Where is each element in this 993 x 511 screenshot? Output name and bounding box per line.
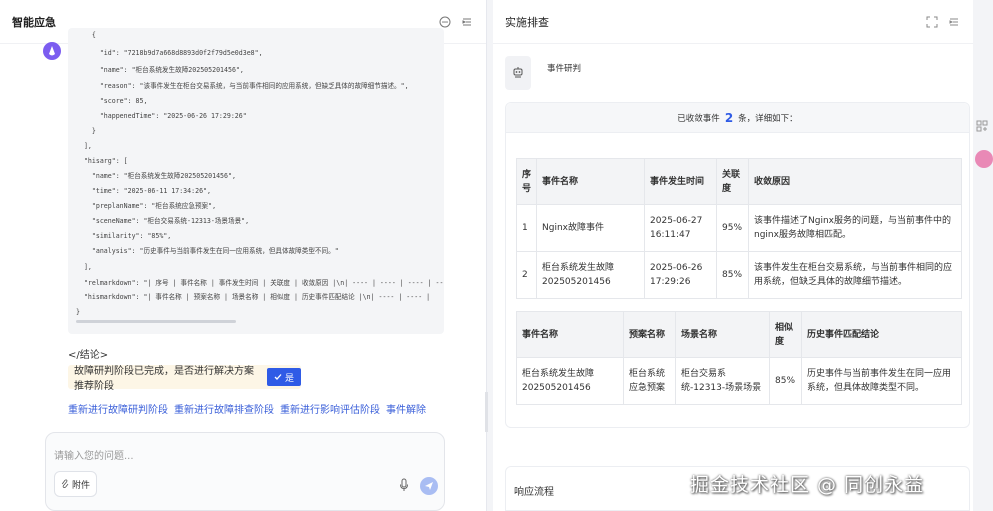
troubleshoot-panel-header: 实施排查 bbox=[493, 0, 973, 44]
summary-suffix: 条，详细如下： bbox=[738, 113, 798, 124]
table-cell: 2025-06-26 17:29:26 bbox=[644, 251, 718, 299]
converged-events-table: 序号 事件名称 事件发生时间 关联度 收敛原因 1 Nginx故障事件 2025… bbox=[515, 158, 962, 299]
send-button[interactable] bbox=[420, 477, 438, 495]
collapse-icon[interactable] bbox=[947, 15, 961, 29]
attach-label: 附件 bbox=[71, 480, 90, 491]
redo-troubleshoot-link[interactable]: 重新进行故障排查阶段 bbox=[174, 401, 274, 416]
table-cell: 柜台交易系统-12313-场景场景 bbox=[675, 357, 770, 405]
table-cell: 85% bbox=[769, 357, 802, 405]
convergence-card: 已收敛事件 2 条，详细如下： 序号 事件名称 事件发生时间 关联度 收敛原因 … bbox=[505, 102, 970, 428]
code-line: "id": "7218b9d7a668d8893d0f2f79d5e0d3e8"… bbox=[76, 49, 263, 57]
table-cell: 该事件描述了Nginx服务的问题，与当前事件中的nginx服务故障相匹配。 bbox=[748, 204, 962, 252]
chat-panel: 智能应急 { "id": "7218b9d7a668d8893d0f2f79d5… bbox=[0, 0, 487, 511]
code-line: "happenedTime": "2025-06-26 17:29:26" bbox=[76, 112, 247, 120]
troubleshoot-panel-title: 实施排查 bbox=[505, 15, 549, 29]
code-line: "score": 85, bbox=[76, 97, 148, 105]
code-line: "relmarkdown": "| 序号 | 事件名称 | 事件发生时间 | 关… bbox=[76, 279, 444, 287]
table-cell: 柜台系统应急预案 bbox=[623, 357, 676, 405]
microphone-icon[interactable] bbox=[398, 478, 410, 492]
col-relevance: 关联度 bbox=[716, 158, 750, 205]
summary-prefix: 已收敛事件 bbox=[677, 113, 720, 124]
col-event-time: 事件发生时间 bbox=[644, 158, 718, 205]
check-icon bbox=[274, 374, 282, 380]
code-line: ], bbox=[76, 263, 92, 271]
event-close-link[interactable]: 事件解除 bbox=[386, 401, 426, 416]
table-cell: 1 bbox=[515, 204, 538, 252]
message-input[interactable]: 请输入您的问题... bbox=[54, 447, 134, 462]
table-cell: 2025-06-27 16:11:47 bbox=[644, 204, 718, 252]
code-line: "sceneName": "柜台交易系统-12313-场景场景", bbox=[76, 217, 250, 225]
code-line: "analysis": "历史事件与当前事件发生在同一应用系统，但具体故障类型不… bbox=[76, 247, 339, 255]
troubleshoot-panel: 实施排查 事件研判 已收敛事件 2 条，详细如下： 序号 事件名称 事件发生时间… bbox=[493, 0, 973, 511]
code-line: "similarity": "85%", bbox=[76, 232, 172, 240]
panel-resize-handle[interactable] bbox=[485, 392, 488, 432]
step-name: 事件研判 bbox=[547, 64, 582, 74]
table-cell: 85% bbox=[716, 251, 750, 299]
chat-icon[interactable] bbox=[438, 15, 452, 29]
table-row: 柜台系统发生故障202505201456 柜台系统应急预案 柜台交易系统-123… bbox=[516, 357, 962, 405]
code-line: "reason": "该事件发生在柜台交易系统，与当前事件相同的应用系统，但缺乏… bbox=[76, 82, 409, 90]
table-cell: 2 bbox=[515, 251, 538, 299]
history-events-table: 事件名称 预案名称 场景名称 相似度 历史事件匹配结论 柜台系统发生故障2025… bbox=[516, 311, 962, 405]
paperclip-icon bbox=[61, 479, 69, 488]
table-cell: 柜台系统发生故障202505201456 bbox=[536, 251, 646, 299]
collapse-icon[interactable] bbox=[460, 15, 474, 29]
table-header-row: 事件名称 预案名称 场景名称 相似度 历史事件匹配结论 bbox=[516, 311, 962, 358]
send-icon bbox=[425, 482, 433, 490]
col-conclusion: 历史事件匹配结论 bbox=[801, 311, 962, 358]
troubleshoot-header-tools bbox=[925, 15, 961, 29]
chat-header-tools bbox=[438, 15, 474, 29]
redo-analysis-link[interactable]: 重新进行故障研判阶段 bbox=[68, 401, 168, 416]
json-code-block: { "id": "7218b9d7a668d8893d0f2f79d5e0d3e… bbox=[68, 28, 444, 334]
col-event-name: 事件名称 bbox=[536, 158, 646, 205]
table-cell: 历史事件与当前事件发生在同一应用系统，但具体故障类型不同。 bbox=[801, 357, 962, 405]
col-similarity: 相似度 bbox=[769, 311, 802, 358]
conclusion-end-tag: </结论> bbox=[68, 350, 109, 361]
stage-links: 重新进行故障研判阶段 重新进行故障排查阶段 重新进行影响评估阶段 事件解除 bbox=[68, 401, 426, 416]
table-row: 1 Nginx故障事件 2025-06-27 16:11:47 95% 该事件描… bbox=[515, 204, 962, 252]
response-flow-title: 响应流程 bbox=[514, 487, 554, 498]
code-line: { bbox=[76, 31, 96, 39]
table-row: 2 柜台系统发生故障202505201456 2025-06-26 17:29:… bbox=[515, 251, 962, 299]
code-line: } bbox=[76, 127, 96, 135]
attach-button[interactable]: 附件 bbox=[54, 471, 97, 497]
table-cell: Nginx故障事件 bbox=[536, 204, 646, 252]
code-line: } bbox=[76, 308, 80, 316]
code-line: ], bbox=[76, 142, 92, 150]
table-header-row: 序号 事件名称 事件发生时间 关联度 收敛原因 bbox=[515, 158, 962, 205]
col-event-name: 事件名称 bbox=[516, 311, 624, 358]
code-line: "name": "柜台系统发生故障202505201456", bbox=[76, 66, 244, 74]
code-line: "name": "柜台系统发生故障202505201456", bbox=[76, 172, 236, 180]
grid-icon[interactable] bbox=[976, 120, 990, 134]
code-line: "hismarkdown": "| 事件名称 | 预案名称 | 场景名称 | 相… bbox=[76, 293, 431, 301]
code-line: "preplanName": "柜台系统应急预案", bbox=[76, 202, 217, 210]
watermark: 掘金技术社区 @ 同创永益 bbox=[690, 474, 925, 496]
message-composer: 请输入您的问题... 附件 bbox=[45, 432, 445, 511]
code-line: "hisarg": [ bbox=[76, 157, 128, 165]
code-scrollbar[interactable] bbox=[76, 320, 236, 323]
expand-icon[interactable] bbox=[925, 15, 939, 29]
col-plan-name: 预案名称 bbox=[623, 311, 676, 358]
col-scene-name: 场景名称 bbox=[675, 311, 770, 358]
step-robot-icon bbox=[505, 56, 531, 90]
code-line: "time": "2025-06-11 17:34:26", bbox=[76, 187, 211, 195]
table-cell: 95% bbox=[716, 204, 750, 252]
col-index: 序号 bbox=[515, 158, 538, 205]
assistant-avatar bbox=[43, 42, 61, 60]
col-reason: 收敛原因 bbox=[748, 158, 962, 205]
confirm-text: 故障研判阶段已完成，是否进行解决方案推荐阶段 bbox=[74, 366, 254, 392]
yes-button-label: 是 bbox=[284, 373, 294, 384]
assistant-float-icon[interactable] bbox=[975, 150, 993, 168]
yes-button[interactable]: 是 bbox=[266, 368, 301, 386]
redo-impact-link[interactable]: 重新进行影响评估阶段 bbox=[280, 401, 380, 416]
table-cell: 柜台系统发生故障202505201456 bbox=[516, 357, 624, 405]
table-cell: 该事件发生在柜台交易系统，与当前事件相同的应用系统，但缺乏具体的故障细节描述。 bbox=[748, 251, 962, 299]
confirm-prompt: 故障研判阶段已完成，是否进行解决方案推荐阶段 是 bbox=[68, 365, 301, 392]
summary-count: 2 bbox=[724, 110, 734, 125]
chat-panel-title: 智能应急 bbox=[12, 15, 56, 29]
convergence-summary: 已收敛事件 2 条，详细如下： bbox=[506, 103, 969, 133]
